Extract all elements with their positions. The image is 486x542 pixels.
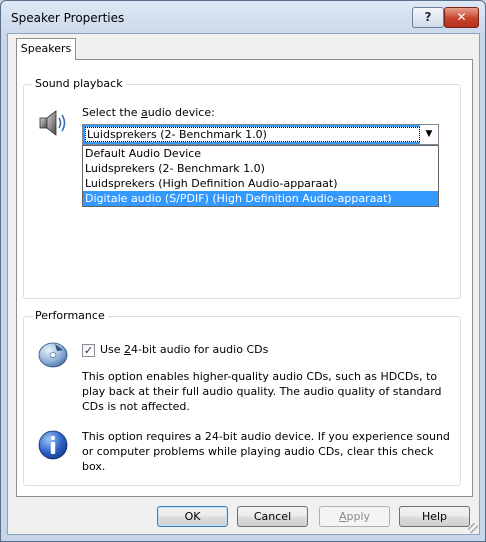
dropdown-option-spdif[interactable]: Digitale audio (S/PDIF) (High Definition… — [83, 191, 438, 206]
info-icon — [38, 430, 68, 460]
performance-note: This option requires a 24-bit audio devi… — [82, 430, 450, 473]
speaker-properties-window: Speaker Properties ? ✕ Speakers Sound pl… — [0, 0, 486, 542]
audio-device-combobox[interactable]: Luidsprekers (2- Benchmark 1.0) ▼ — [82, 124, 439, 145]
title-help-button[interactable]: ? — [412, 7, 444, 28]
tab-speakers[interactable]: Speakers — [16, 38, 76, 60]
audio-device-selected-value: Luidsprekers (2- Benchmark 1.0) — [85, 127, 420, 142]
chevron-down-icon[interactable]: ▼ — [420, 125, 438, 144]
sound-playback-group: Sound playback Select the audio device: … — [23, 77, 461, 299]
performance-description: This option enables higher-quality audio… — [82, 370, 442, 413]
dropdown-option-benchmark[interactable]: Luidsprekers (2- Benchmark 1.0) — [83, 161, 438, 176]
sound-playback-group-label: Sound playback — [32, 77, 126, 90]
close-button[interactable]: ✕ — [444, 7, 479, 28]
dropdown-option-default-audio-device[interactable]: Default Audio Device — [83, 146, 438, 161]
apply-button[interactable]: Apply — [319, 506, 390, 527]
cd-icon — [38, 342, 68, 368]
performance-group-label: Performance — [32, 309, 108, 322]
use-24bit-audio-label[interactable]: Use 24-bit audio for audio CDs — [100, 343, 268, 356]
resize-grip[interactable] — [468, 523, 478, 533]
speaker-icon — [39, 110, 66, 136]
window-title: Speaker Properties — [11, 11, 125, 25]
select-audio-device-label: Select the audio device: — [82, 106, 215, 119]
dialog-client-area: Speakers Sound playback Select the audio… — [7, 33, 480, 535]
audio-device-dropdown-list: Default Audio Device Luidsprekers (2- Be… — [82, 145, 439, 207]
title-bar[interactable]: Speaker Properties ? ✕ — [1, 1, 485, 33]
speakers-tab-panel: Sound playback Select the audio device: … — [16, 59, 473, 497]
use-24bit-audio-checkbox[interactable]: ✓ — [82, 344, 95, 357]
performance-group: Performance ✓ Use 24-bit audio for audio… — [23, 309, 461, 486]
dropdown-option-hd-audio-speakers[interactable]: Luidsprekers (High Definition Audio-appa… — [83, 176, 438, 191]
help-button[interactable]: Help — [399, 506, 470, 527]
ok-button[interactable]: OK — [157, 506, 228, 527]
cancel-button[interactable]: Cancel — [237, 506, 308, 527]
